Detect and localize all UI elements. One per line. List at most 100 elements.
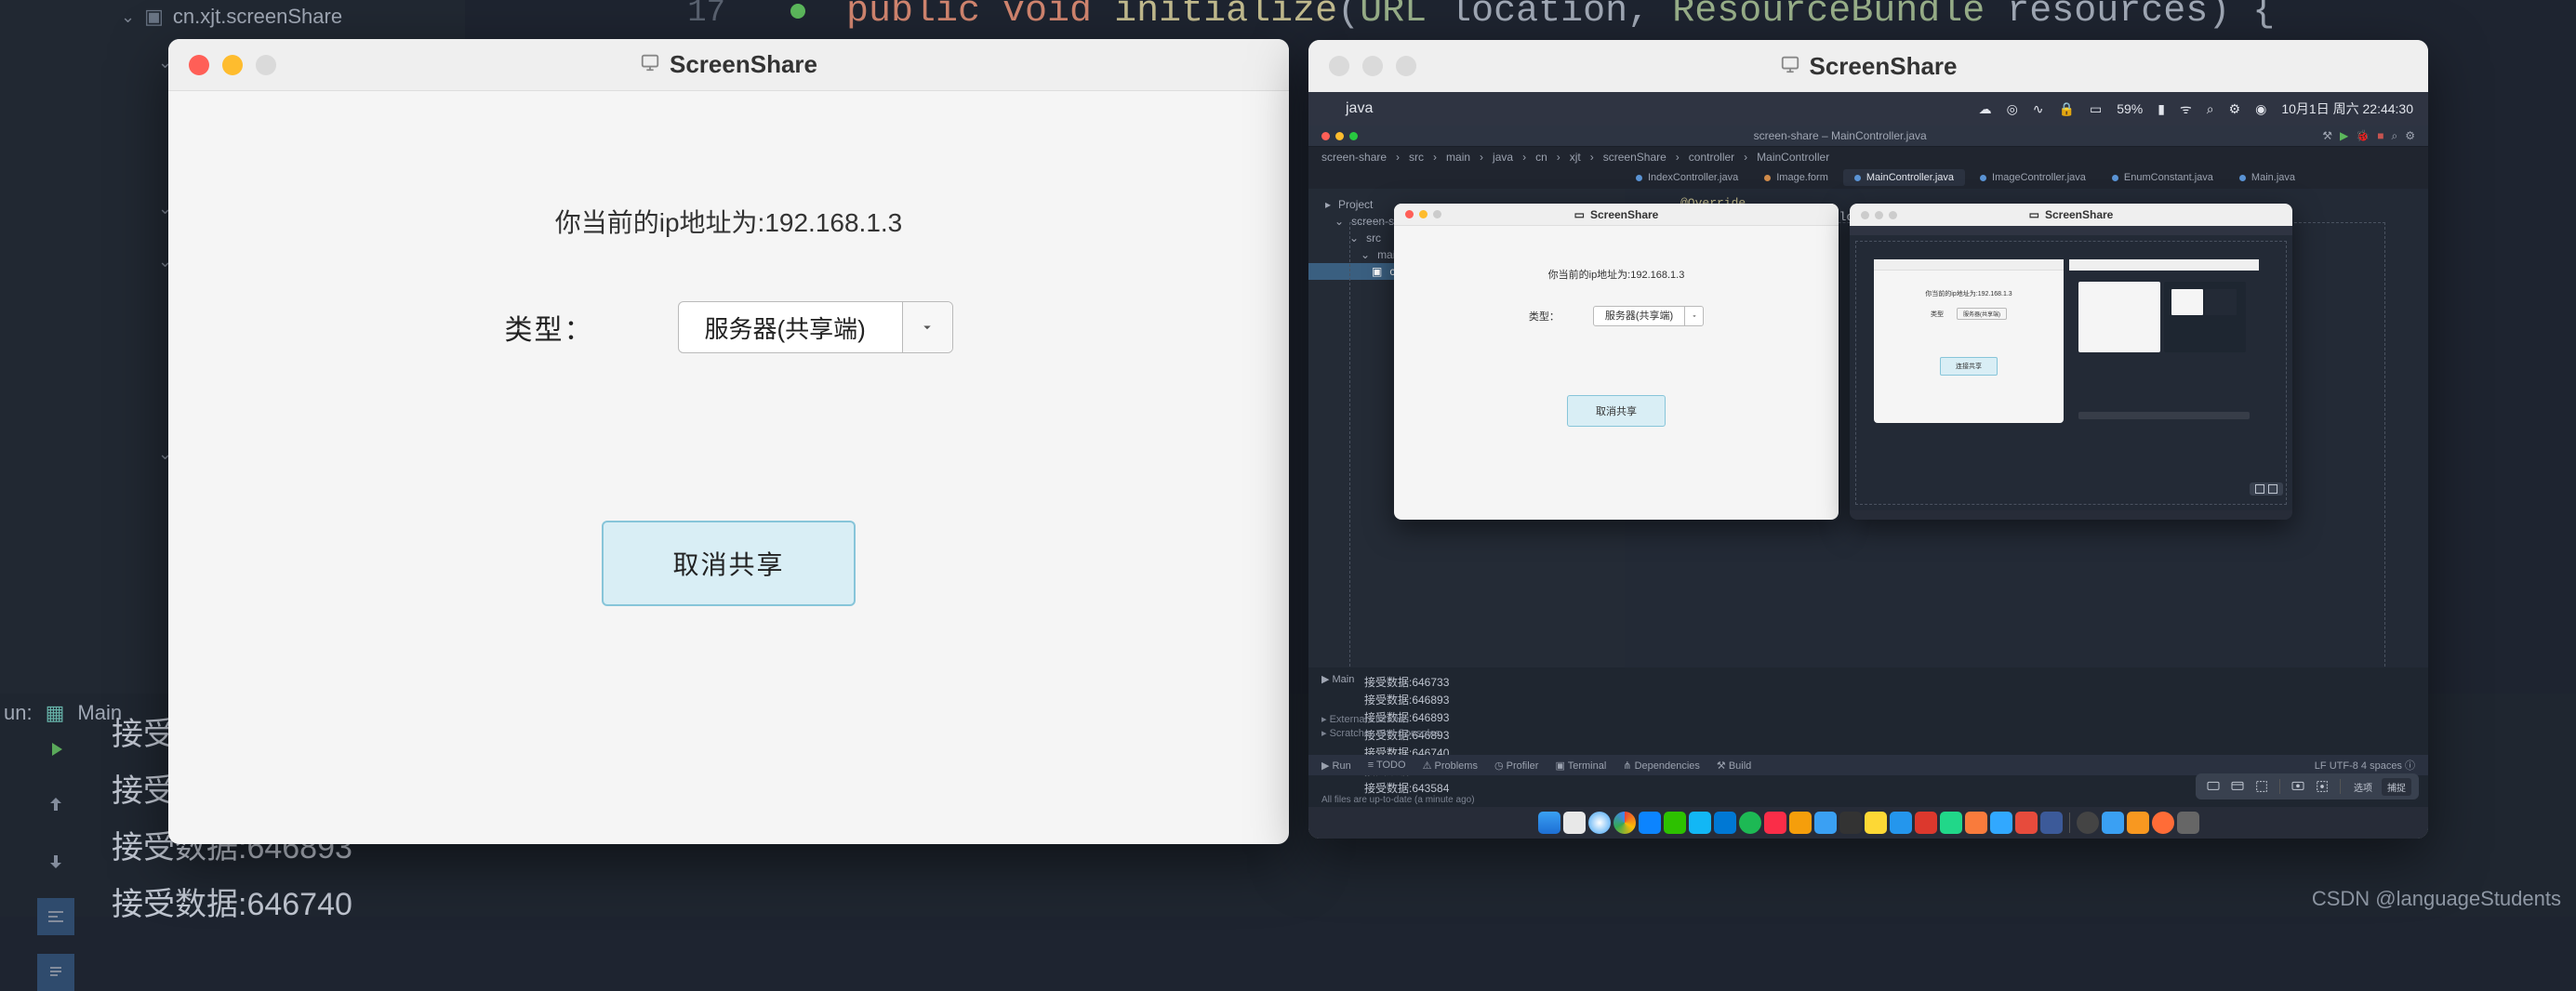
screen-icon: ▭: [2090, 101, 2102, 117]
photoshop-icon: [1990, 812, 2012, 834]
titlebar[interactable]: ScreenShare: [1308, 40, 2428, 92]
idea-icon: [1965, 812, 1987, 834]
bug-icon: 🐞: [2356, 129, 2370, 143]
menubar-date: 10月1日 周六 22:44:30: [2281, 99, 2413, 118]
inner-server-window: ▭ScreenShare 你当前的ip地址为:192.168.1.3 类型： 服…: [1394, 204, 1839, 520]
screenshot-toolbar: 选项 捕捉: [2196, 773, 2419, 799]
wechat-icon: [1664, 812, 1686, 834]
rerun-icon[interactable]: [37, 731, 74, 768]
code-text: public void initialize(URL location, Res…: [846, 0, 2275, 33]
mail-icon: [1814, 812, 1837, 834]
close-icon[interactable]: [189, 55, 209, 75]
nav-icon: [2040, 812, 2063, 834]
spotify-icon: [1739, 812, 1761, 834]
vscode-icon: [1714, 812, 1736, 834]
screen-icon: [1780, 52, 1800, 81]
type-label: 类型：: [1529, 309, 1560, 324]
circle-icon: ◎: [2007, 101, 2018, 117]
terminal-icon: [1839, 812, 1862, 834]
minimize-icon[interactable]: [222, 55, 243, 75]
soft-wrap-icon[interactable]: [37, 898, 74, 935]
battery-pct: 59%: [2117, 101, 2143, 116]
ip-address-text: 你当前的ip地址为:192.168.1.3: [168, 203, 1289, 240]
arrow-down-icon[interactable]: [37, 842, 74, 879]
run-label-text: un:: [4, 701, 33, 725]
docker-icon: [1890, 812, 1912, 834]
scroll-to-end-icon[interactable]: [37, 954, 74, 991]
utility-icon: [1789, 812, 1812, 834]
macos-menubar: java ☁ ◎ ∿ 🔒 ▭ 59% ▮ ᯤ ⌕ ⚙ ◉ 10月1日 周六 22…: [1308, 92, 2428, 126]
play-icon: ▶: [2340, 129, 2348, 143]
arrow-up-icon[interactable]: [37, 786, 74, 824]
battery-icon: ▮: [2158, 101, 2165, 117]
options-button: 选项: [2348, 778, 2378, 796]
run-toolbar[interactable]: un: ▦ Main: [4, 701, 122, 725]
macos-dock: [1308, 807, 2428, 839]
titlebar[interactable]: ScreenShare: [168, 39, 1289, 91]
chrome-icon: [1613, 812, 1636, 834]
hammer-icon: ⚒: [2322, 129, 2332, 143]
editor-tab: MainController.java: [1843, 169, 1965, 186]
maximize-icon: [1349, 132, 1358, 140]
maximize-icon[interactable]: [1396, 56, 1416, 76]
type-label: 类型：: [505, 307, 594, 348]
cancel-share-button[interactable]: 取消共享: [602, 521, 855, 606]
gear-icon: ⚙: [2405, 129, 2415, 143]
folder-icon: [2102, 812, 2124, 834]
tree-row[interactable]: ⌄ ▣ cn.xjt.screenShare: [0, 2, 465, 32]
chevron-icon: ⌄: [1349, 231, 1359, 244]
appstore-icon: [1639, 812, 1661, 834]
sublime-icon: [2127, 812, 2149, 834]
status-message: All files are up-to-date (a minute ago): [1321, 795, 1475, 805]
search-icon: ⌕: [2207, 101, 2214, 117]
clion-icon: [1940, 812, 1962, 834]
screenshare-server-window[interactable]: ScreenShare 你当前的ip地址为:192.168.1.3 类型： 服务…: [168, 39, 1289, 844]
package-icon: ▣: [1372, 265, 1382, 278]
run-config-icon: ▦: [46, 701, 65, 725]
close-icon: [1321, 132, 1330, 140]
ide-status-bar: ▶ Run ≡ TODO ⚠ Problems ◷ Profiler ▣ Ter…: [1308, 755, 2428, 775]
postman-icon: [2152, 812, 2174, 834]
chevron-icon: ⌄: [1361, 248, 1370, 261]
wifi-icon: ᯤ: [2180, 100, 2192, 118]
chevron-down-icon[interactable]: [902, 302, 952, 352]
qq-icon: [1689, 812, 1711, 834]
editor-tabs: IndexController.java Image.form MainCont…: [1308, 166, 2428, 189]
cloud-icon: ☁: [1979, 101, 1992, 117]
editor-tab: IndexController.java: [1625, 169, 1749, 186]
fullscreen-icon: [2203, 777, 2224, 796]
stop-icon: ■: [2377, 129, 2383, 143]
record-selection-icon: [2312, 777, 2332, 796]
close-icon[interactable]: [1329, 56, 1349, 76]
tree-item-label: cn.xjt.screenShare: [173, 5, 342, 29]
ip-text: 你当前的ip地址为:192.168.1.3: [1394, 267, 1839, 282]
trash-icon: [2177, 812, 2199, 834]
minimize-icon[interactable]: [1362, 56, 1383, 76]
watermark: CSDN @languageStudents: [2312, 887, 2561, 911]
app-icon: [2015, 812, 2038, 834]
code-editor[interactable]: 17 public void initialize(URL location, …: [651, 0, 2576, 33]
cancel-button: 取消共享: [1567, 395, 1666, 427]
screen-icon: ▭: [2029, 208, 2039, 221]
screenshare-viewer-window[interactable]: ScreenShare java ☁ ◎ ∿ 🔒 ▭ 59% ▮ ᯤ ⌕ ⚙ ◉…: [1308, 40, 2428, 839]
traffic-lights[interactable]: [1329, 56, 1416, 76]
breadcrumb-bar: screen-share› src› main› java› cn› xjt› …: [1308, 146, 2428, 166]
ide-title: screen-share – MainController.java: [1754, 129, 1927, 142]
lock-icon: 🔒: [2059, 101, 2075, 117]
chevron-down-icon: ⌄: [121, 7, 135, 27]
remote-screen-view[interactable]: java ☁ ◎ ∿ 🔒 ▭ 59% ▮ ᯤ ⌕ ⚙ ◉ 10月1日 周六 22…: [1308, 92, 2428, 839]
redis-icon: [1915, 812, 1937, 834]
select: 服务器(共享端): [1593, 306, 1704, 326]
line-number: 17: [651, 0, 725, 31]
notes-icon: [1865, 812, 1887, 834]
launchpad-icon: [1563, 812, 1586, 834]
type-select[interactable]: 服务器(共享端): [678, 301, 953, 353]
safari-icon: [1588, 812, 1611, 834]
traffic-lights[interactable]: [189, 55, 276, 75]
folder-icon: ▸: [1325, 198, 1331, 211]
search-icon: ⌕: [2391, 129, 2397, 143]
ide-titlebar: screen-share – MainController.java ⚒ ▶ 🐞…: [1308, 126, 2428, 146]
gutter-marker-icon[interactable]: [790, 4, 805, 19]
maximize-icon[interactable]: [256, 55, 276, 75]
console-line: 接受数据:646740: [112, 873, 2464, 930]
